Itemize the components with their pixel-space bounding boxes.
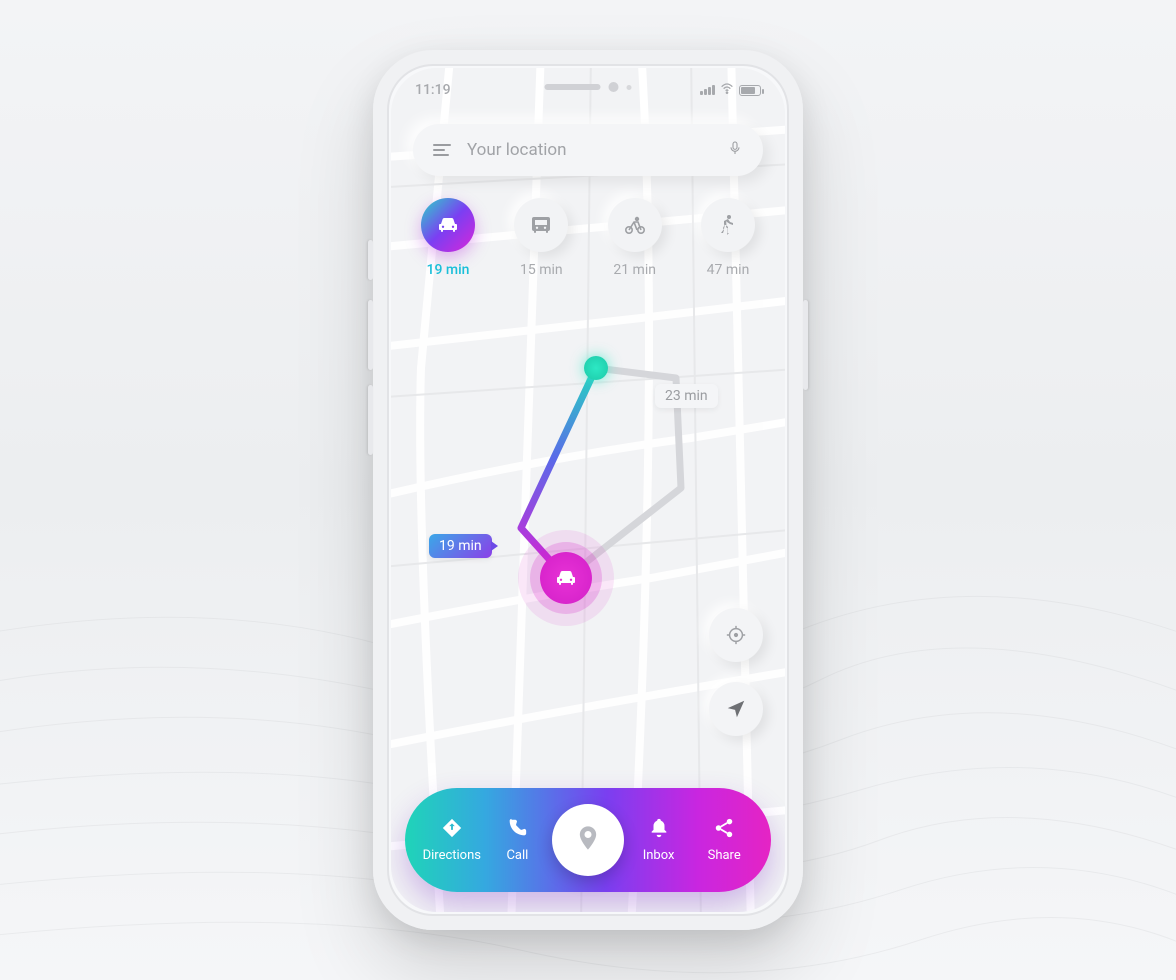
nav-directions[interactable]: Directions (421, 817, 483, 863)
mode-bike-label: 21 min (613, 262, 656, 278)
alt-route-time: 23 min (655, 384, 718, 408)
bike-icon (608, 198, 662, 252)
recenter-button[interactable] (709, 608, 763, 662)
current-location-marker[interactable] (540, 552, 592, 604)
mode-walk[interactable]: 47 min (693, 198, 763, 278)
menu-icon[interactable] (433, 144, 451, 156)
mode-bus-label: 15 min (520, 262, 563, 278)
status-time: 11:19 (415, 82, 451, 98)
nav-inbox-label: Inbox (643, 848, 675, 863)
mode-walk-label: 47 min (707, 262, 750, 278)
bus-icon (514, 198, 568, 252)
signal-icon (700, 85, 715, 95)
nav-share-label: Share (708, 848, 741, 863)
phone-screen: 11:19 Your location (391, 68, 785, 912)
nav-call[interactable]: Call (486, 817, 548, 863)
status-bar: 11:19 (391, 68, 785, 112)
phone-mockup: 11:19 Your location (373, 50, 803, 930)
phone-icon (506, 817, 528, 843)
nav-inbox[interactable]: Inbox (628, 817, 690, 863)
search-placeholder: Your location (467, 140, 711, 160)
nav-center-location[interactable] (552, 804, 624, 876)
bottom-nav: Directions Call Inbox (405, 788, 771, 892)
primary-route-time: 19 min (429, 534, 492, 558)
mode-car-label: 19 min (427, 262, 470, 278)
walk-icon (701, 198, 755, 252)
share-icon (713, 817, 735, 843)
mode-bus[interactable]: 15 min (506, 198, 576, 278)
microphone-icon[interactable] (727, 138, 743, 162)
search-bar[interactable]: Your location (413, 124, 763, 176)
mode-car[interactable]: 19 min (413, 198, 483, 278)
destination-marker[interactable] (584, 356, 608, 380)
transport-modes: 19 min 15 min 21 min 47 min (413, 198, 763, 278)
nav-directions-label: Directions (423, 848, 481, 863)
compass-button[interactable] (709, 682, 763, 736)
battery-icon (739, 85, 761, 96)
mode-bike[interactable]: 21 min (600, 198, 670, 278)
nav-share[interactable]: Share (693, 817, 755, 863)
nav-call-label: Call (506, 848, 528, 863)
bell-icon (648, 817, 670, 843)
wifi-icon (719, 80, 735, 100)
car-icon (421, 198, 475, 252)
directions-icon (441, 817, 463, 843)
pin-icon (574, 824, 602, 856)
